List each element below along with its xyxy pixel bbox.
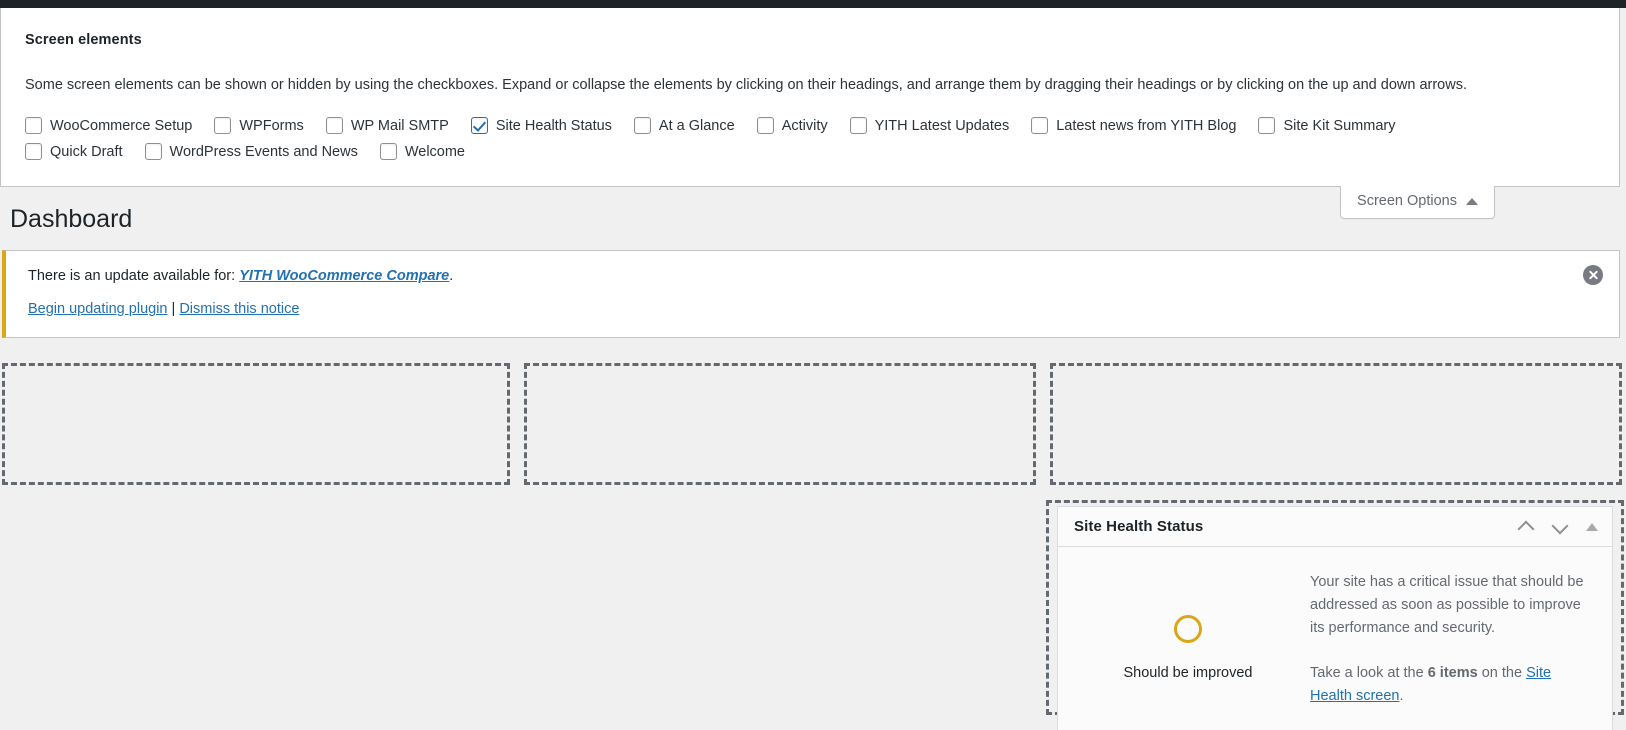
chevron-up-icon — [1466, 197, 1478, 205]
dropzone-column-1[interactable] — [2, 363, 510, 485]
checkbox-box[interactable] — [25, 117, 42, 135]
notice-action-separator: | — [171, 301, 176, 318]
p2-text-middle: on the — [1481, 664, 1523, 681]
checkbox-activity[interactable]: Activity — [756, 117, 828, 135]
p2-item-count: 6 items — [1427, 664, 1478, 681]
checkbox-label: Site Health Status — [495, 117, 612, 134]
checkbox-site-health-status[interactable]: Site Health Status — [470, 117, 612, 135]
checkbox-label: Quick Draft — [50, 143, 123, 160]
checkbox-box[interactable] — [379, 143, 397, 161]
checkbox-label: WooCommerce Setup — [50, 117, 193, 134]
close-icon[interactable] — [1583, 264, 1603, 285]
status-label: Should be improved — [1123, 665, 1253, 682]
toggle-panel-button[interactable] — [1586, 522, 1598, 531]
checkbox-label: Welcome — [404, 143, 465, 160]
widget-controls — [1518, 522, 1598, 532]
notice-message: There is an update available for: YITH W… — [28, 266, 1579, 288]
checkbox-woocommerce-setup[interactable]: WooCommerce Setup — [25, 117, 193, 135]
checkbox-box[interactable] — [144, 143, 162, 161]
dropzone-column-2[interactable] — [524, 363, 1036, 485]
checkbox-box[interactable] — [214, 117, 232, 135]
checkbox-box[interactable] — [849, 117, 867, 135]
widget-body: Should be improved Your site has a criti… — [1058, 547, 1612, 730]
checkbox-label: At a Glance — [658, 117, 735, 134]
site-health-paragraph-1: Your site has a critical issue that shou… — [1310, 574, 1584, 636]
checkbox-latest-news-from-yith-blog[interactable]: Latest news from YITH Blog — [1031, 117, 1237, 135]
update-notice: There is an update available for: YITH W… — [2, 249, 1620, 338]
screen-options-panel: Screen elements Some screen elements can… — [0, 8, 1620, 187]
checkbox-box[interactable] — [756, 117, 774, 135]
dismiss-this-notice-link[interactable]: Dismiss this notice — [179, 301, 299, 317]
site-health-status-widget: Site Health Status Should be improved Yo… — [1057, 506, 1613, 730]
status-ring-icon — [1174, 615, 1202, 644]
checkbox-label: WPForms — [239, 117, 304, 134]
chevron-down-icon — [1552, 522, 1568, 532]
widget-title: Site Health Status — [1074, 518, 1204, 535]
p2-text-before: Take a look at the — [1310, 664, 1424, 681]
widget-scrollbar[interactable] — [1604, 508, 1611, 713]
screen-elements-description: Some screen elements can be shown or hid… — [25, 77, 1467, 93]
admin-bar — [0, 0, 1626, 8]
checkbox-box[interactable] — [633, 117, 651, 135]
checkbox-at-a-glance[interactable]: At a Glance — [633, 117, 735, 135]
p2-text-after: . — [1399, 687, 1404, 704]
dropzone-column-3[interactable] — [1050, 363, 1622, 485]
notice-actions: Begin updating plugin | Dismiss this not… — [28, 299, 1579, 321]
dashboard-widgets-area: Site Health Status Should be improved Yo… — [0, 363, 1626, 730]
site-health-paragraph-2: Take a look at the 6 items on the Site H… — [1310, 662, 1584, 708]
checkbox-wpforms[interactable]: WPForms — [214, 117, 304, 135]
checkbox-quick-draft[interactable]: Quick Draft — [25, 143, 123, 161]
notice-text-before: There is an update available for: — [28, 267, 236, 284]
screen-options-tab-label: Screen Options — [1357, 193, 1457, 209]
notice-text-after: . — [449, 267, 454, 284]
checkbox-wp-mail-smtp[interactable]: WP Mail SMTP — [325, 117, 449, 135]
screen-options-tab[interactable]: Screen Options — [1340, 186, 1495, 219]
screen-elements-heading: Screen elements — [25, 32, 142, 48]
checkbox-box[interactable] — [325, 117, 343, 135]
widget-header[interactable]: Site Health Status — [1058, 507, 1612, 547]
checkbox-box[interactable] — [1031, 117, 1049, 135]
checkbox-label: Site Kit Summary — [1283, 117, 1396, 134]
site-health-status-indicator: Should be improved — [1080, 571, 1296, 708]
plugin-link[interactable]: YITH WooCommerce Compare — [239, 268, 449, 284]
checkbox-label: WP Mail SMTP — [350, 117, 449, 134]
checkbox-wordpress-events-and-news[interactable]: WordPress Events and News — [144, 143, 358, 161]
checkbox-label: WordPress Events and News — [169, 143, 358, 160]
checkbox-site-kit-summary[interactable]: Site Kit Summary — [1258, 117, 1396, 135]
screen-elements-checkbox-group: WooCommerce Setup WPForms WP Mail SMTP S… — [25, 117, 1465, 169]
checkbox-box[interactable] — [25, 143, 42, 161]
site-health-description: Your site has a critical issue that shou… — [1310, 571, 1590, 708]
checkbox-yith-latest-updates[interactable]: YITH Latest Updates — [849, 117, 1010, 135]
checkbox-box[interactable] — [1258, 117, 1276, 135]
begin-updating-plugin-link[interactable]: Begin updating plugin — [28, 301, 167, 317]
checkbox-label: Latest news from YITH Blog — [1056, 117, 1237, 134]
triangle-up-icon — [1586, 522, 1598, 531]
checkbox-welcome[interactable]: Welcome — [379, 143, 465, 161]
checkbox-label: Activity — [781, 117, 828, 134]
checkbox-box-checked[interactable] — [470, 117, 488, 135]
move-up-button[interactable] — [1518, 522, 1534, 532]
checkbox-label: YITH Latest Updates — [874, 117, 1010, 134]
move-down-button[interactable] — [1552, 522, 1568, 532]
chevron-up-icon — [1518, 522, 1534, 532]
